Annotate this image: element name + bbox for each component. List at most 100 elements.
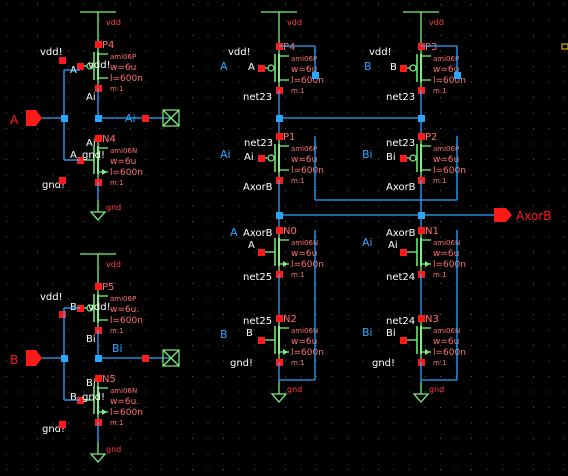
xor-nmos-b-model: ami06N: [291, 327, 318, 335]
grid-dot: [161, 190, 162, 191]
grid-dot: [192, 19, 193, 21]
grid-dot: [502, 438, 503, 439]
grid-dot: [564, 252, 565, 253]
grid-dot: [21, 143, 23, 145]
grid-dot: [6, 360, 7, 362]
grid-dot: [161, 283, 162, 284]
grid-dot: [269, 329, 271, 331]
xor-nmos-b-length: l=600n: [291, 348, 324, 358]
grid-dot: [486, 97, 488, 98]
xor-nmos-bi-instance-name: N3: [425, 314, 439, 325]
grid-dot: [378, 81, 379, 83]
gnd-label: gnd: [429, 385, 444, 394]
grid-dot: [502, 314, 503, 315]
grid-dot: [52, 345, 54, 346]
grid-dot: [548, 66, 550, 67]
grid-dot: [486, 143, 488, 145]
grid-dot: [68, 112, 69, 114]
grid-dot: [99, 407, 100, 408]
grid-dot: [362, 19, 364, 21]
grid-dot: [6, 376, 7, 377]
xor-pmos-ai-multiplier: m:1: [291, 177, 305, 185]
grid-dot: [378, 252, 379, 253]
grid-dot: [192, 422, 193, 424]
grid-dot: [285, 298, 286, 300]
grid-dot: [564, 329, 565, 331]
grid-dot: [269, 35, 271, 36]
grid-dot: [471, 190, 472, 191]
grid-dot: [440, 236, 441, 238]
xor-nmos-a-multiplier: m:1: [291, 271, 305, 279]
grid-dot: [316, 469, 317, 470]
grid-dot: [471, 407, 472, 408]
grid-dot: [285, 438, 286, 439]
grid-dot: [21, 453, 23, 455]
grid-dot: [533, 190, 534, 191]
grid-dot: [533, 143, 534, 145]
grid-dot: [455, 112, 457, 114]
grid-dot: [68, 298, 69, 300]
grid-dot: [176, 391, 178, 393]
grid-dot: [316, 283, 317, 284]
grid-dot: [52, 128, 54, 129]
grid-dot: [440, 407, 441, 408]
grid-dot: [502, 345, 503, 346]
inv-a-nmos-bulk: gnd!: [82, 150, 105, 161]
grid-dot: [207, 97, 209, 98]
grid-dot: [455, 453, 457, 455]
grid-dot: [440, 469, 441, 470]
schematic-drawing[interactable]: vddP4ami06Pw=6ul=600nm:1vdd!vdd!AAiAiN4a…: [0, 0, 568, 476]
grid-dot: [161, 35, 162, 36]
grid-dot: [269, 221, 271, 222]
xor-nmos-b-instance-name: N2: [283, 314, 297, 325]
grid-dot: [269, 298, 271, 300]
grid-dot: [223, 143, 224, 145]
grid-dot: [176, 174, 178, 176]
grid-dot: [6, 236, 7, 238]
xor-nmos-b-arrow: [283, 349, 288, 355]
grid-dot: [269, 128, 271, 129]
grid-dot: [533, 298, 534, 300]
inv-a-pmos-drain-pin: [95, 41, 102, 48]
grid-dot: [145, 66, 147, 67]
xor-nmos-a-gate: A: [248, 240, 255, 251]
grid-dot: [285, 376, 286, 377]
grid-dot: [145, 4, 147, 5]
grid-dot: [223, 252, 224, 253]
grid-dot: [393, 438, 395, 439]
grid-dot: [285, 205, 286, 207]
grid-dot: [300, 128, 302, 129]
grid-dot: [517, 252, 519, 253]
grid-dot: [68, 438, 69, 439]
grid-dot: [347, 19, 348, 21]
grid-dot: [114, 112, 116, 114]
grid-dot: [517, 438, 519, 439]
grid-dot: [238, 205, 240, 207]
grid-dot: [161, 50, 162, 52]
inv-b-output-pin: [142, 355, 149, 362]
schematic-canvas[interactable]: vddP4ami06Pw=6ul=600nm:1vdd!vdd!AAiAiN4a…: [0, 0, 568, 476]
grid-dot: [285, 422, 286, 424]
grid-dot: [52, 66, 54, 67]
input-a-label: A: [10, 113, 19, 127]
grid-dot: [502, 267, 503, 269]
grid-dot: [486, 407, 488, 408]
xor-nmos-a-arrow: [283, 261, 288, 267]
grid-dot: [37, 221, 38, 222]
grid-dot: [378, 407, 379, 408]
grid-dot: [486, 190, 488, 191]
grid-dot: [192, 314, 193, 315]
grid-dot: [440, 35, 441, 36]
grid-dot: [6, 453, 7, 455]
grid-dot: [548, 190, 550, 191]
grid-dot: [83, 298, 85, 300]
grid-dot: [192, 236, 193, 238]
grid-dot: [300, 190, 302, 191]
grid-dot: [68, 345, 69, 346]
grid-dot: [502, 407, 503, 408]
grid-dot: [564, 438, 565, 439]
gnd-label: gnd: [106, 445, 121, 454]
grid-dot: [548, 407, 550, 408]
grid-dot: [285, 407, 286, 408]
grid-dot: [21, 422, 23, 424]
